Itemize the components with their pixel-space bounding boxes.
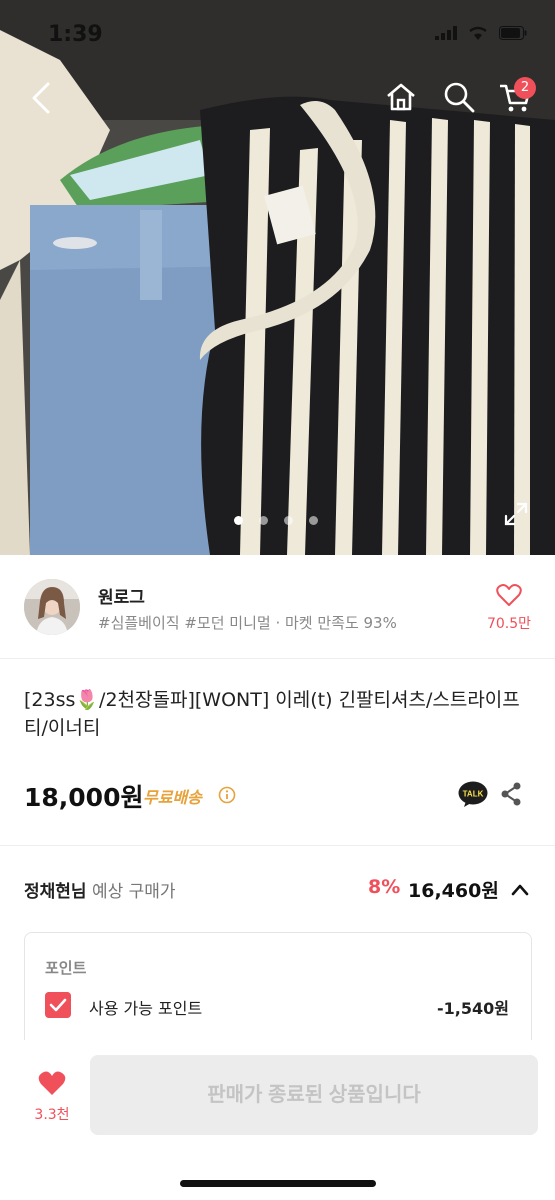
carousel-dot[interactable] [284,516,293,525]
status-time: 1:39 [48,22,103,47]
status-bar: 1:39 [0,0,555,70]
seller-section[interactable]: 원로그 #심플베이직 #모던 미니멀 · 마켓 만족도 93% 70.5만 [0,555,555,659]
sold-out-button[interactable]: 판매가 종료된 상품입니다 [90,1055,538,1135]
cart-badge: 2 [514,77,536,99]
signal-icon [435,26,457,40]
back-icon[interactable] [24,80,60,116]
expected-price: 16,460원 [408,880,499,902]
product-image[interactable]: 1:39 2 [0,0,555,555]
wishlist-count: 3.3천 [34,1107,70,1123]
battery-icon [499,26,527,40]
carousel-dot[interactable] [309,516,318,525]
points-label: 사용 가능 포인트 [89,999,203,1018]
discount-rate: 8% [368,876,401,898]
expected-price-label: 정채현님 예상 구매가 [24,877,176,902]
home-icon[interactable] [384,80,418,114]
seller-tags: #심플베이직 #모던 미니멀 · 마켓 만족도 93% [98,614,397,632]
avatar-image [24,579,80,635]
product-price: 18,000원 [24,783,144,812]
seller-name[interactable]: 원로그 [98,583,145,608]
fullscreen-icon[interactable] [504,502,528,526]
wifi-icon [469,26,487,40]
info-icon[interactable] [218,786,236,804]
status-icons [435,26,527,40]
wishlist-heart-icon[interactable] [38,1070,66,1096]
expected-price-caption: 예상 구매가 [91,882,176,902]
points-title: 포인트 [45,959,87,977]
carousel-indicator [234,516,318,525]
search-icon[interactable] [442,80,476,114]
points-value: -1,540원 [437,999,509,1018]
buyer-name: 정채현님 [24,882,87,902]
carousel-dot[interactable] [259,516,268,525]
points-checkbox[interactable] [45,992,71,1018]
avatar[interactable] [24,579,80,635]
kakaotalk-icon[interactable]: TALK [458,781,488,807]
chevron-up-icon[interactable] [510,880,530,900]
heart-icon[interactable] [496,583,522,607]
seller-like-count: 70.5만 [486,616,532,632]
svg-text:TALK: TALK [463,790,484,799]
free-shipping-badge: 무료배송 [143,788,202,807]
bottom-action-bar: 3.3천 판매가 종료된 상품입니다 [0,1040,555,1200]
home-indicator [180,1180,376,1187]
divider [0,845,555,846]
carousel-dot[interactable] [234,516,243,525]
share-icon[interactable] [500,782,522,806]
product-title: [23ss🌷/2천장돌파][WONT] 이레(t) 긴팔티셔츠/스트라이프티/이… [24,689,520,739]
